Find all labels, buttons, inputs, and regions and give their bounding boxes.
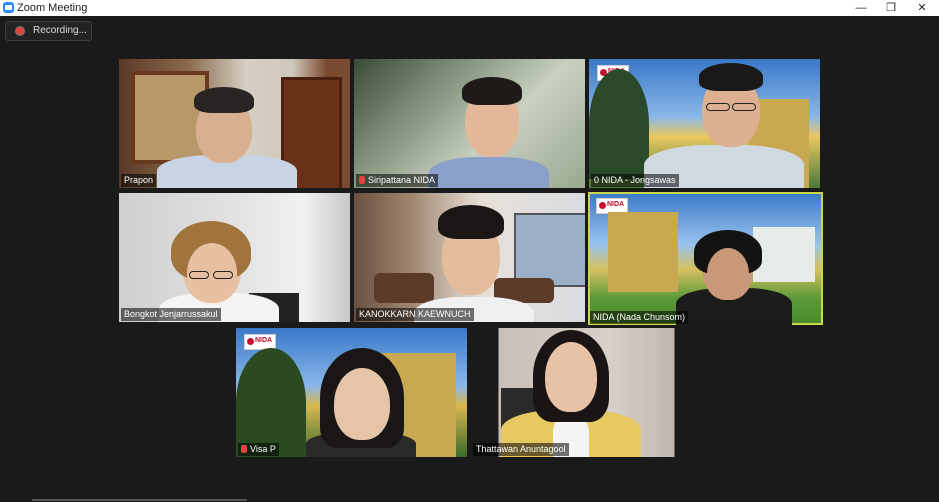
minimize-button[interactable]: —: [846, 0, 876, 16]
tree: [236, 348, 306, 457]
mic-muted-icon: [359, 176, 365, 184]
video-tile[interactable]: Siripattana NIDA: [354, 59, 585, 188]
building: [608, 212, 678, 292]
recording-label: Recording...: [33, 25, 87, 36]
participant-name: 0 NIDA - Jongsawas: [591, 174, 679, 187]
participant-name: NIDA (Nada Chunsom): [590, 311, 689, 324]
tree: [589, 69, 649, 179]
window-view: [514, 213, 585, 287]
participant-name: Thattawan Anuntagool: [473, 443, 569, 456]
participant-name: Siripattana NIDA: [356, 174, 439, 187]
video-tile[interactable]: Visa P: [236, 328, 467, 457]
video-tile[interactable]: Bongkot Jenjarrussakul: [119, 193, 350, 322]
participant-name: KANOKKARN KAEWNUCH: [356, 308, 474, 321]
restore-button[interactable]: ❐: [876, 0, 906, 16]
mic-muted-icon: [241, 445, 247, 453]
divider: [32, 499, 247, 501]
participant-name: Bongkot Jenjarrussakul: [121, 308, 221, 321]
record-icon: [15, 26, 25, 36]
building: [753, 227, 815, 282]
participant-name: Prapon: [121, 174, 157, 187]
title-bar: Zoom Meeting — ❐ ✕: [0, 0, 939, 16]
close-button[interactable]: ✕: [907, 0, 937, 16]
armchair: [374, 273, 434, 303]
recording-indicator[interactable]: Recording...: [5, 21, 92, 41]
video-tile[interactable]: 0 NIDA - Jongsawas: [589, 59, 820, 188]
video-tile-active-speaker[interactable]: NIDA (Nada Chunsom): [588, 192, 823, 325]
window-title: Zoom Meeting: [17, 2, 88, 14]
video-tile[interactable]: Prapon: [119, 59, 350, 188]
participant-name: Visa P: [238, 443, 279, 456]
video-tile[interactable]: Thattawan Anuntagool: [471, 328, 702, 457]
video-tile[interactable]: KANOKKARN KAEWNUCH: [354, 193, 585, 322]
zoom-app-icon: [3, 2, 14, 13]
